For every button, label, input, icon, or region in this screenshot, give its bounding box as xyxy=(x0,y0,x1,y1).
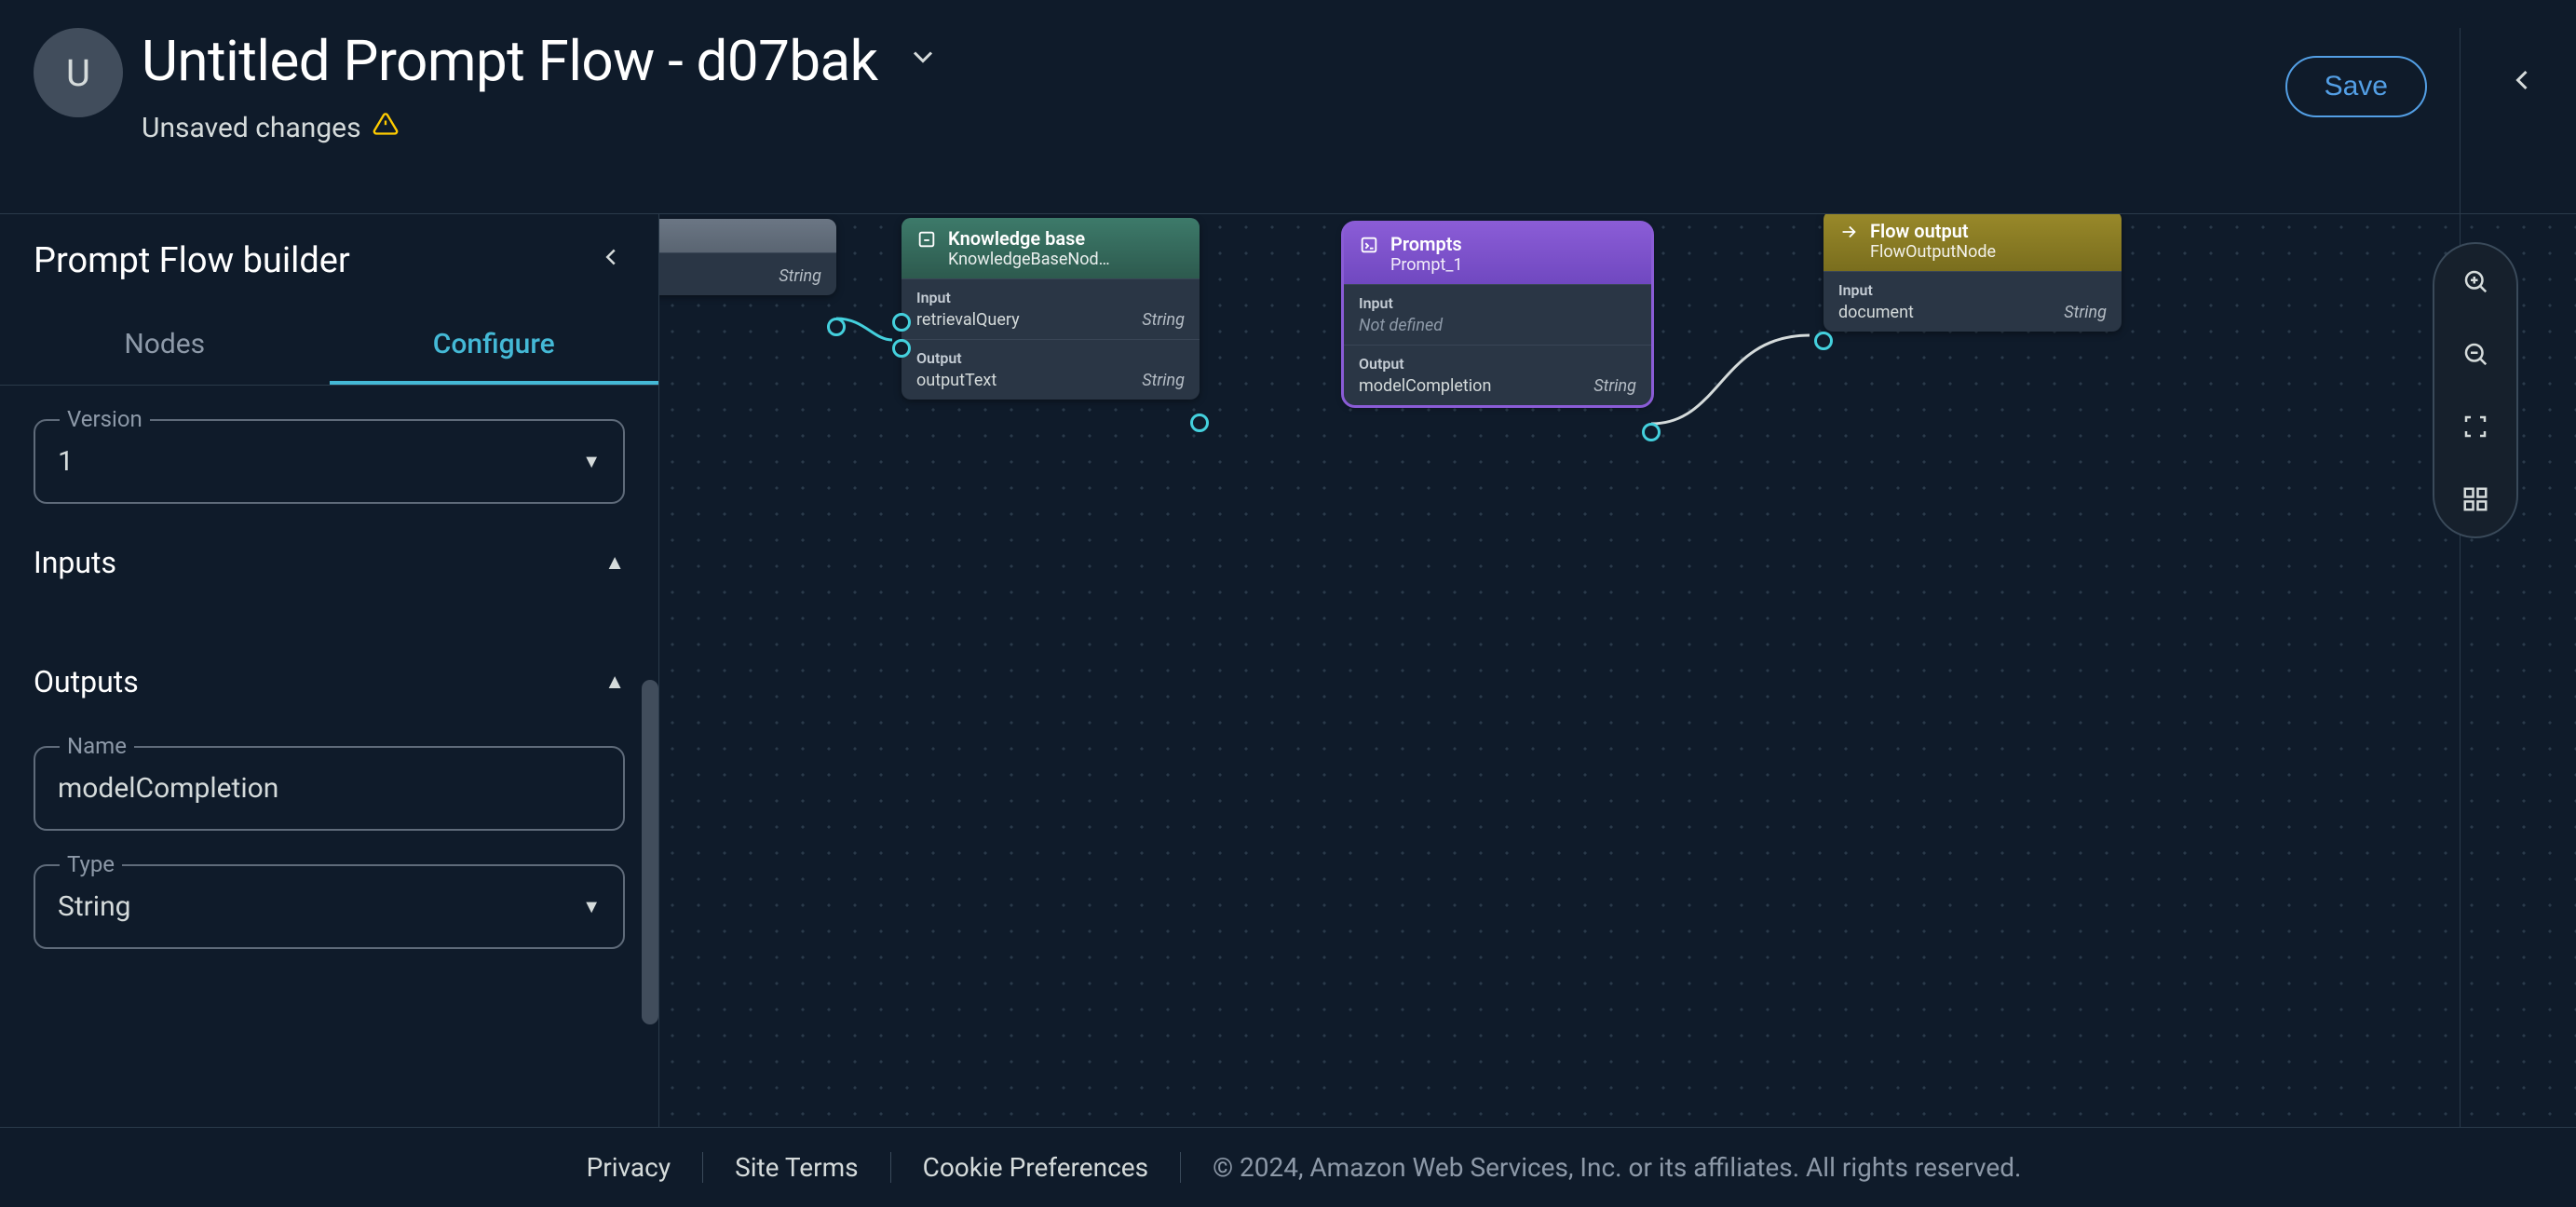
input-port-bottom[interactable] xyxy=(892,339,911,358)
tab-configure[interactable]: Configure xyxy=(330,307,659,385)
unsaved-changes-label: Unsaved changes xyxy=(142,112,361,144)
node-input-section: Input document String xyxy=(1824,271,2122,332)
edge-prompts-to-output xyxy=(1651,335,1810,424)
node-title: Prompts xyxy=(1390,233,1463,255)
version-value: 1 xyxy=(58,445,74,478)
caret-down-icon: ▼ xyxy=(582,450,601,473)
node-header: Knowledge base KnowledgeBaseNod… xyxy=(902,218,1200,278)
layout-icon[interactable] xyxy=(2455,479,2496,520)
output-port[interactable] xyxy=(827,318,846,336)
save-button[interactable]: Save xyxy=(2285,56,2427,117)
input-type: String xyxy=(2064,303,2107,322)
output-name-field: Name modelCompletion xyxy=(34,746,625,831)
output-name: outputText xyxy=(916,371,997,390)
avatar-initial: U xyxy=(66,51,90,95)
footer-cookie-link[interactable]: Cookie Preferences xyxy=(891,1152,1181,1183)
caret-down-icon: ▼ xyxy=(582,895,601,918)
expand-right-panel-icon[interactable] xyxy=(2505,63,2539,105)
node-input-section: Input Not defined xyxy=(1344,284,1651,345)
output-type-value: String xyxy=(58,890,131,923)
page-title: Untitled Prompt Flow - d07bak xyxy=(142,28,878,94)
sidebar-tabs: Nodes Configure xyxy=(0,307,658,386)
output-type: String xyxy=(1142,371,1185,390)
input-name: Not defined xyxy=(1359,316,1443,335)
avatar: U xyxy=(34,28,123,117)
footer-privacy-link[interactable]: Privacy xyxy=(555,1152,703,1183)
outputs-label: Outputs xyxy=(34,664,139,699)
title-dropdown-icon[interactable] xyxy=(906,40,940,82)
output-label: Output xyxy=(916,349,1185,367)
version-field: Version 1 ▼ xyxy=(34,419,625,504)
prompts-icon xyxy=(1359,235,1381,257)
knowledge-base-icon xyxy=(916,229,939,251)
node-title: Knowledge base xyxy=(948,227,1110,250)
node-output-section: String xyxy=(659,252,836,295)
node-knowledge-base[interactable]: Knowledge base KnowledgeBaseNod… Input r… xyxy=(902,218,1200,400)
outputs-section-header[interactable]: Outputs ▲ xyxy=(34,664,625,699)
node-output-section: Output outputText String xyxy=(902,339,1200,400)
fit-view-icon[interactable] xyxy=(2455,406,2496,447)
tab-nodes[interactable]: Nodes xyxy=(0,307,330,385)
node-subtitle: Prompt_1 xyxy=(1390,255,1463,275)
output-type: String xyxy=(1593,376,1636,396)
zoom-out-icon[interactable] xyxy=(2455,333,2496,374)
output-name: modelCompletion xyxy=(1359,376,1491,396)
sidebar-title: Prompt Flow builder xyxy=(34,240,350,281)
collapse-sidebar-icon[interactable] xyxy=(597,243,625,278)
main: Prompt Flow builder Nodes Configure Vers… xyxy=(0,214,2576,1127)
output-port[interactable] xyxy=(1190,414,1209,432)
input-label: Input xyxy=(1838,281,2107,299)
caret-up-icon: ▲ xyxy=(604,550,625,575)
zoom-panel xyxy=(2433,242,2518,538)
footer-copyright: © 2024, Amazon Web Services, Inc. or its… xyxy=(1181,1152,2021,1183)
output-port[interactable] xyxy=(1642,423,1661,441)
input-label: Input xyxy=(916,289,1185,306)
node-output-type: String xyxy=(779,266,821,286)
output-type-field: Type String ▼ xyxy=(34,864,625,949)
inputs-section-header[interactable]: Inputs ▲ xyxy=(34,545,625,580)
warning-icon xyxy=(373,111,399,144)
output-name-label: Name xyxy=(60,733,134,759)
canvas[interactable]: String Knowledge base KnowledgeBaseNod… … xyxy=(659,214,2576,1127)
input-label: Input xyxy=(1359,294,1636,312)
sidebar-scrollbar[interactable] xyxy=(642,680,658,1024)
output-type-label: Type xyxy=(60,851,122,877)
input-name: document xyxy=(1838,303,1914,322)
output-label: Output xyxy=(1359,355,1636,373)
output-name-value: modelCompletion xyxy=(58,772,278,805)
node-header: Flow output FlowOutputNode xyxy=(1824,214,2122,271)
zoom-in-icon[interactable] xyxy=(2455,261,2496,302)
header: U Untitled Prompt Flow - d07bak Unsaved … xyxy=(0,0,2576,214)
input-port[interactable] xyxy=(1814,332,1833,350)
flow-output-icon xyxy=(1838,222,1861,244)
node-output-section: Output modelCompletion String xyxy=(1344,345,1651,405)
output-type-select[interactable]: String ▼ xyxy=(34,864,625,949)
input-type: String xyxy=(1142,310,1185,330)
node-input-section: Input retrievalQuery String xyxy=(902,278,1200,339)
inputs-label: Inputs xyxy=(34,545,116,580)
caret-up-icon: ▲ xyxy=(604,670,625,694)
node-header: Prompts Prompt_1 xyxy=(1344,224,1651,284)
node-subtitle: FlowOutputNode xyxy=(1870,242,1996,262)
node-title: Flow output xyxy=(1870,220,1996,242)
node-flow-input[interactable]: String xyxy=(659,219,836,295)
node-prompts[interactable]: Prompts Prompt_1 Input Not defined Outpu… xyxy=(1344,224,1651,405)
input-port-top[interactable] xyxy=(892,313,911,332)
node-header xyxy=(659,219,836,252)
footer: Privacy Site Terms Cookie Preferences © … xyxy=(0,1127,2576,1207)
node-subtitle: KnowledgeBaseNod… xyxy=(948,250,1110,269)
footer-site-terms-link[interactable]: Site Terms xyxy=(703,1152,891,1183)
node-flow-output[interactable]: Flow output FlowOutputNode Input documen… xyxy=(1824,214,2122,332)
input-name: retrievalQuery xyxy=(916,310,1020,330)
sidebar: Prompt Flow builder Nodes Configure Vers… xyxy=(0,214,659,1127)
version-label: Version xyxy=(60,406,150,432)
